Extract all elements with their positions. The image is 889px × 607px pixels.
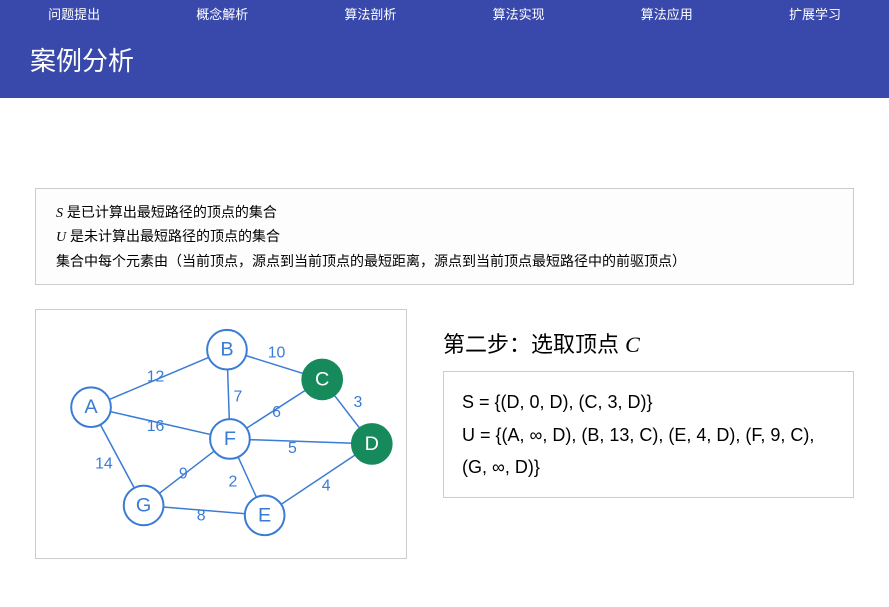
edge-weight: 8 bbox=[197, 507, 206, 524]
edge-weight: 7 bbox=[233, 388, 242, 405]
desc-line-1: S 是已计算出最短路径的顶点的集合 bbox=[56, 201, 833, 225]
edge-weight: 9 bbox=[179, 466, 188, 483]
title-bar: 案例分析 bbox=[0, 27, 889, 98]
content: S 是已计算出最短路径的顶点的集合 U 是未计算出最短路径的顶点的集合 集合中每… bbox=[0, 98, 889, 559]
edge-weight: 14 bbox=[95, 456, 113, 473]
graph-panel: 12 16 14 10 7 6 3 4 2 5 9 8 A B C D E F G bbox=[35, 309, 407, 559]
nav-tabs: 问题提出 概念解析 算法剖析 算法实现 算法应用 扩展学习 bbox=[0, 0, 889, 27]
step-panel: 第二步：选取顶点 C S = {(D, 0, D), (C, 3, D)} U … bbox=[443, 309, 854, 559]
sets-box: S = {(D, 0, D), (C, 3, D)} U = {(A, ∞, D… bbox=[443, 371, 854, 498]
page-title: 案例分析 bbox=[30, 41, 859, 78]
edge-weight: 12 bbox=[147, 369, 165, 386]
set-S: S = {(D, 0, D), (C, 3, D)} bbox=[462, 386, 835, 418]
edge-weight: 16 bbox=[147, 418, 165, 435]
step-heading-text: 第二步：选取顶点 bbox=[443, 332, 625, 357]
graph-node-label: D bbox=[365, 433, 379, 455]
nav-item[interactable]: 算法应用 bbox=[593, 0, 741, 27]
graph-node-label: C bbox=[315, 369, 329, 391]
desc-line-3: 集合中每个元素由（当前顶点，源点到当前顶点的最短距离，源点到当前顶点最短路径中的… bbox=[56, 250, 833, 272]
desc-line-2: U 是未计算出最短路径的顶点的集合 bbox=[56, 225, 833, 249]
edge-weight: 6 bbox=[272, 404, 281, 421]
set-U: U = {(A, ∞, D), (B, 13, C), (E, 4, D), (… bbox=[462, 419, 835, 484]
desc-text: 是已计算出最短路径的顶点的集合 bbox=[63, 204, 277, 220]
nav-item[interactable]: 算法实现 bbox=[445, 0, 593, 27]
description-box: S 是已计算出最短路径的顶点的集合 U 是未计算出最短路径的顶点的集合 集合中每… bbox=[35, 188, 854, 285]
graph-node-label: B bbox=[220, 339, 233, 361]
desc-text: 是未计算出最短路径的顶点的集合 bbox=[66, 228, 280, 244]
graph-node-label: F bbox=[224, 428, 236, 450]
nav-item[interactable]: 扩展学习 bbox=[741, 0, 889, 27]
step-title: 第二步：选取顶点 C bbox=[443, 327, 854, 359]
edge-weight: 2 bbox=[228, 474, 237, 491]
graph-node-label: E bbox=[258, 505, 271, 527]
step-vertex: C bbox=[625, 332, 640, 357]
edge-weight: 10 bbox=[268, 345, 286, 362]
nav-item[interactable]: 问题提出 bbox=[0, 0, 148, 27]
graph-node-label: G bbox=[136, 495, 151, 517]
set-S-symbol: S bbox=[56, 206, 63, 221]
set-U-symbol: U bbox=[56, 230, 66, 245]
edge-weight: 3 bbox=[353, 394, 362, 411]
graph-edge bbox=[230, 439, 372, 444]
nav-item[interactable]: 算法剖析 bbox=[296, 0, 444, 27]
graph-svg: 12 16 14 10 7 6 3 4 2 5 9 8 A B C D E F G bbox=[36, 310, 406, 558]
nav-item[interactable]: 概念解析 bbox=[148, 0, 296, 27]
edge-weight: 5 bbox=[288, 440, 297, 457]
edge-weight: 4 bbox=[322, 478, 331, 495]
graph-node-label: A bbox=[84, 396, 98, 418]
